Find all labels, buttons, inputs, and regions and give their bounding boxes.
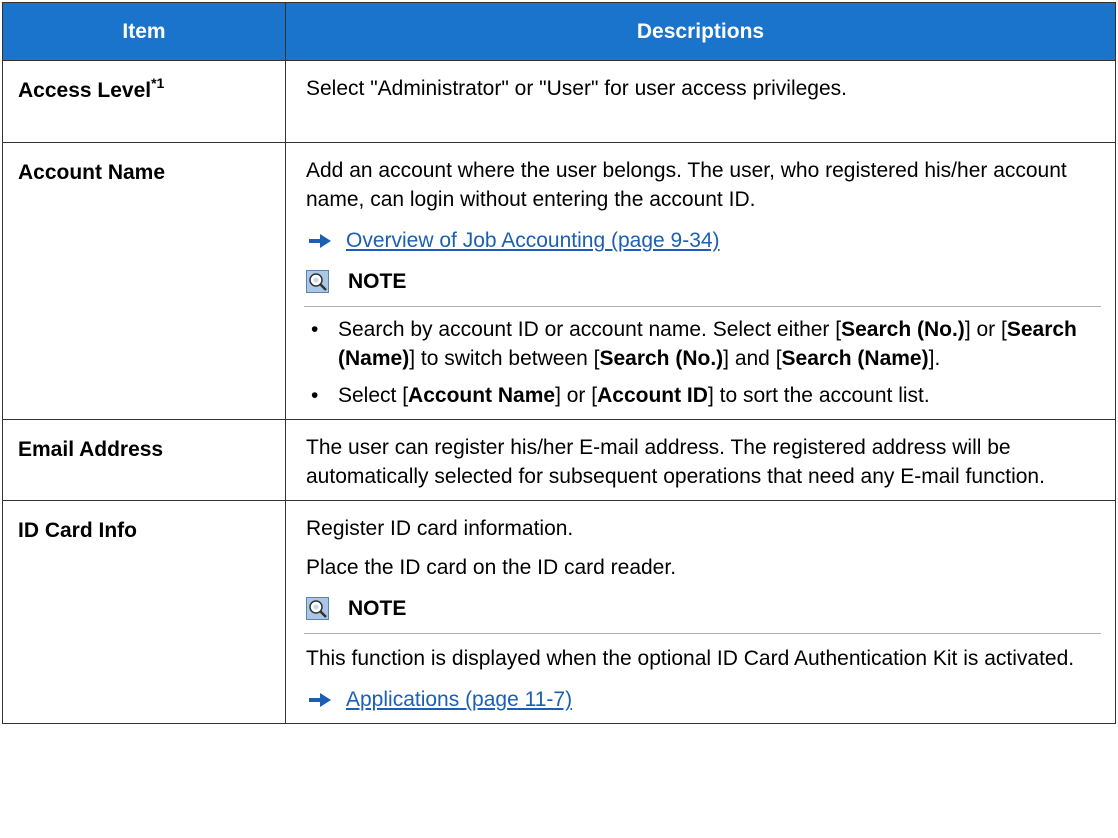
item-cell: ID Card Info xyxy=(2,500,286,724)
note-magnifier-icon xyxy=(306,597,329,620)
description-cell: The user can register his/her E-mail add… xyxy=(285,419,1116,501)
description-text: The user can register his/her E-mail add… xyxy=(306,436,1045,488)
table-row: Account Name Add an account where the us… xyxy=(2,142,1116,420)
item-id-card-info: ID Card Info xyxy=(18,519,137,542)
header-descriptions: Descriptions xyxy=(285,2,1116,61)
table-row: Access Level*1 Select "Administrator" or… xyxy=(2,60,1116,143)
description-cell: Add an account where the user belongs. T… xyxy=(285,142,1116,420)
reference-link-line: Overview of Job Accounting (page 9-34) xyxy=(306,226,1101,255)
description-text: Add an account where the user belongs. T… xyxy=(306,159,1067,211)
arrow-right-icon xyxy=(309,233,331,248)
item-cell: Email Address xyxy=(2,419,286,501)
table-row: ID Card Info Register ID card informatio… xyxy=(2,500,1116,724)
header-item: Item xyxy=(2,2,286,61)
description-text: Register ID card information. xyxy=(306,517,574,540)
item-access-level: Access Level xyxy=(18,79,152,102)
settings-table: Item Descriptions Access Level*1 Select … xyxy=(2,2,1116,724)
item-account-name: Account Name xyxy=(18,161,166,184)
note-label: NOTE xyxy=(348,597,407,620)
list-item: Search by account ID or account name. Se… xyxy=(306,315,1101,373)
list-item: Select [Account Name] or [Account ID] to… xyxy=(306,381,1101,410)
table-header-row: Item Descriptions xyxy=(2,2,1116,61)
table-row: Email Address The user can register his/… xyxy=(2,419,1116,501)
item-cell: Account Name xyxy=(2,142,286,420)
note-heading: NOTE xyxy=(306,594,1101,623)
ui-label-search-name: Search (Name) xyxy=(781,347,929,370)
note-bullet-list: Search by account ID or account name. Se… xyxy=(306,315,1101,410)
ui-label-account-name: Account Name xyxy=(408,384,556,407)
note-magnifier-icon xyxy=(306,270,329,293)
description-cell: Select "Administrator" or "User" for use… xyxy=(285,60,1116,143)
description-text: Select "Administrator" or "User" for use… xyxy=(306,77,847,100)
note-divider xyxy=(304,306,1101,307)
link-overview-job-accounting[interactable]: Overview of Job Accounting (page 9-34) xyxy=(346,226,720,255)
description-text: Place the ID card on the ID card reader. xyxy=(306,556,677,579)
reference-link-line: Applications (page 11-7) xyxy=(306,685,1101,714)
note-heading: NOTE xyxy=(306,267,1101,296)
item-email-address: Email Address xyxy=(18,438,164,461)
ui-label-search-no: Search (No.) xyxy=(599,347,724,370)
ui-label-search-no: Search (No.) xyxy=(841,318,965,341)
description-cell: Register ID card information. Place the … xyxy=(285,500,1116,724)
ui-label-account-id: Account ID xyxy=(597,384,708,407)
note-divider xyxy=(304,633,1101,634)
link-applications[interactable]: Applications (page 11-7) xyxy=(346,685,572,714)
note-label: NOTE xyxy=(348,270,407,293)
footnote-marker: *1 xyxy=(151,75,165,91)
note-text: This function is displayed when the opti… xyxy=(306,647,1075,670)
item-cell: Access Level*1 xyxy=(2,60,286,143)
arrow-right-icon xyxy=(309,692,331,707)
